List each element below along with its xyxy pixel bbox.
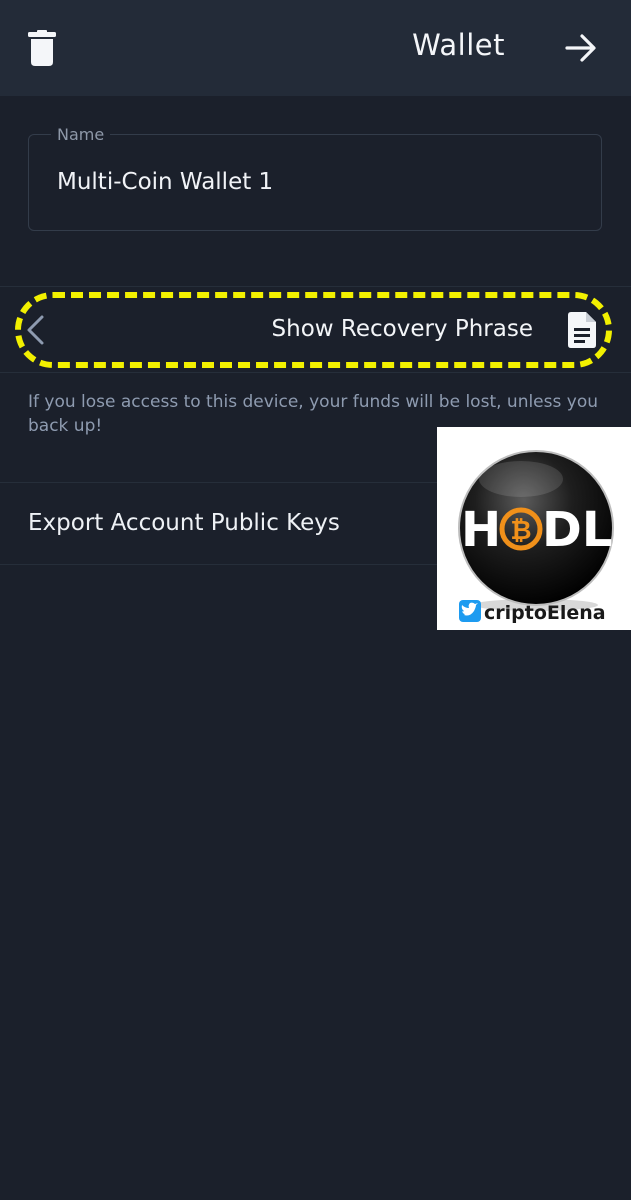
arrow-right-icon[interactable] <box>565 32 597 64</box>
svg-text:₿: ₿ <box>510 516 531 546</box>
export-public-keys-label: Export Account Public Keys <box>28 510 340 536</box>
document-icon <box>568 312 596 348</box>
svg-text:H: H <box>461 502 501 558</box>
show-recovery-phrase-row[interactable]: Show Recovery Phrase <box>0 292 631 370</box>
divider <box>0 286 631 287</box>
divider <box>0 372 631 373</box>
app-header: Wallet <box>0 0 631 96</box>
name-field-label: Name <box>51 125 111 144</box>
hodl-logo-text: DL <box>542 502 612 558</box>
trash-icon[interactable] <box>28 30 56 66</box>
name-field-value[interactable]: Multi-Coin Wallet 1 <box>57 169 273 195</box>
hodl-watermark-logo: H ₿ DL criptoElena <box>437 427 631 630</box>
twitter-bird-icon <box>459 600 481 622</box>
page-title: Wallet <box>412 28 505 62</box>
chevron-left-icon[interactable] <box>24 314 46 346</box>
twitter-handle: criptoElena <box>484 602 606 624</box>
show-recovery-phrase-label: Show Recovery Phrase <box>271 316 533 342</box>
wallet-name-field[interactable]: Name Multi-Coin Wallet 1 <box>28 125 602 231</box>
